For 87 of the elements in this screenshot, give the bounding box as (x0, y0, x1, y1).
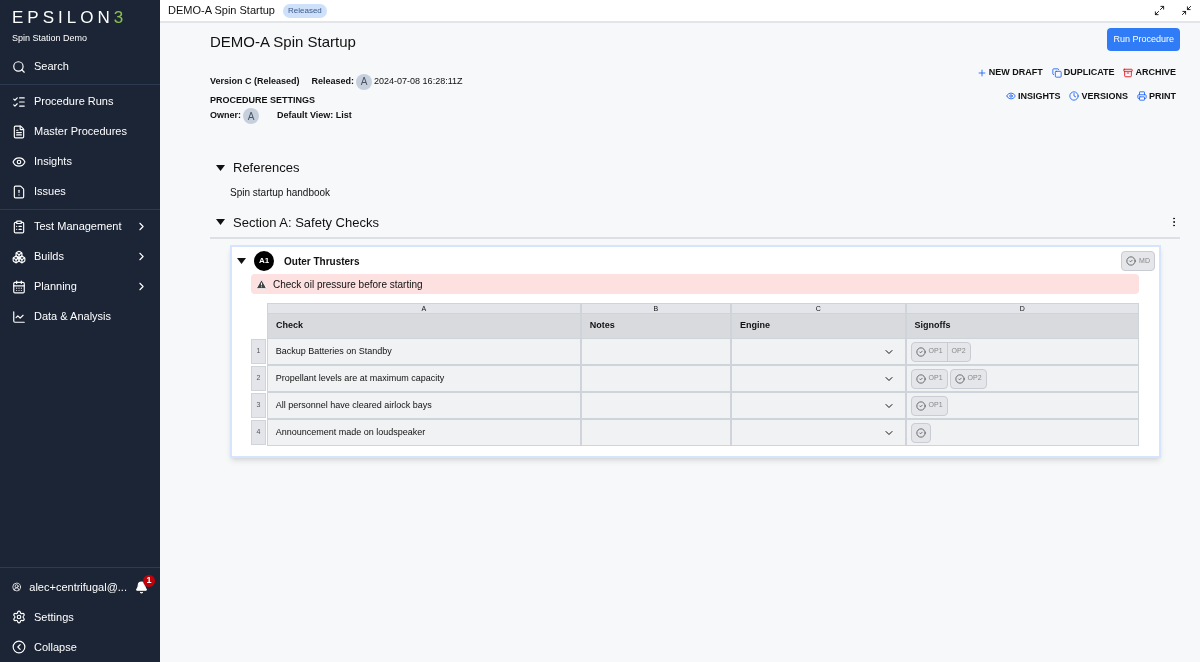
engine-dropdown[interactable] (730, 365, 906, 392)
reference-item: Spin startup handbook (229, 185, 332, 200)
warning-banner: Check oil pressure before starting (251, 274, 1139, 294)
sidebar-item[interactable]: Collapse (0, 632, 160, 662)
sidebar-item[interactable]: Procedure Runs (0, 86, 160, 117)
table-cell: Announcement made on loudspeaker (266, 419, 581, 446)
engine-dropdown[interactable] (730, 419, 906, 446)
collapse-icon[interactable] (1181, 5, 1192, 16)
engine-dropdown[interactable] (730, 392, 906, 419)
action-link[interactable]: PRINT (1137, 89, 1176, 103)
document-icon (12, 124, 26, 139)
workspace-name: Spin Station Demo (12, 32, 89, 45)
sidebar-item[interactable]: Test Management (0, 211, 160, 242)
user-menu-item[interactable]: alec+centrifugal@... 1 (0, 572, 160, 602)
check-circle-icon (915, 373, 926, 384)
printer-icon (1137, 91, 1147, 102)
check-circle-icon (1126, 256, 1137, 266)
table-cell: Backup Batteries on Standby (266, 338, 581, 365)
column-header: Engine (730, 314, 906, 338)
sidebar-item[interactable]: Builds (0, 241, 160, 272)
chevron-left-circle-icon (12, 640, 26, 654)
signoff-button[interactable] (910, 422, 931, 443)
eye-icon (12, 154, 26, 169)
notes-cell[interactable] (580, 419, 731, 446)
action-link[interactable]: NEW DRAFT (976, 66, 1043, 80)
eye-icon (1005, 91, 1016, 102)
check-circle-icon (915, 400, 926, 411)
step-title: Outer Thrusters (284, 254, 361, 269)
page-title: DEMO-A Spin Startup (168, 3, 275, 19)
run-procedure-button[interactable]: Run Procedure (1107, 28, 1180, 51)
sidebar-item[interactable]: Master Procedures (0, 116, 160, 147)
column-header: Notes (580, 314, 731, 338)
status-badge: Released (283, 3, 327, 18)
procedure-title: DEMO-A Spin Startup (210, 32, 357, 52)
expand-icon[interactable] (1154, 5, 1165, 16)
default-view-label: Default View: List (277, 109, 352, 123)
plus-icon (976, 67, 987, 78)
owner-label: Owner: (210, 109, 241, 123)
check-circle-icon (915, 346, 926, 357)
notification-count: 1 (143, 574, 155, 587)
check-circle-icon (915, 427, 926, 438)
action-link[interactable]: ARCHIVE (1123, 66, 1176, 80)
section-heading: Section A: Safety Checks (233, 213, 380, 232)
avatar: A (243, 108, 259, 124)
notes-cell[interactable] (580, 392, 731, 419)
checklist-icon (12, 94, 26, 109)
document-alert-icon (12, 184, 26, 199)
notes-cell[interactable] (580, 365, 731, 392)
search-icon (12, 59, 26, 74)
action-link[interactable]: DUPLICATE (1051, 66, 1115, 80)
table-cell: All personnel have cleared airlock bays (266, 392, 581, 419)
clock-icon (1069, 91, 1080, 102)
notes-cell[interactable] (580, 338, 731, 365)
sidebar-item[interactable]: Settings (0, 602, 160, 632)
step-number-badge: A1 (254, 251, 274, 271)
copy-icon (1051, 67, 1062, 78)
table-cell: Propellant levels are at maximum capacity (266, 365, 581, 392)
sidebar-item[interactable]: Insights (0, 146, 160, 177)
sidebar-item[interactable]: Data & Analysis (0, 301, 160, 332)
action-link[interactable]: INSIGHTS (1005, 89, 1061, 103)
version-label: Version C (Released) (210, 74, 300, 88)
line-chart-icon (12, 309, 26, 324)
clipboard-icon (12, 219, 26, 234)
action-link[interactable]: VERSIONS (1069, 89, 1128, 103)
engine-dropdown[interactable] (730, 338, 906, 365)
settings-icon (12, 610, 26, 624)
check-circle-icon (954, 373, 965, 384)
logo: EPSILON 3 (12, 8, 129, 28)
user-icon (12, 580, 22, 594)
sidebar-item[interactable]: Issues (0, 176, 160, 207)
released-date: 2024-07-08 16:28:11Z (374, 74, 463, 88)
avatar: A (356, 73, 373, 90)
caret-icon[interactable] (237, 258, 246, 264)
column-header: Check (267, 314, 581, 338)
calendar-icon (12, 279, 26, 294)
bell-icon[interactable] (135, 580, 148, 594)
boxes-icon (12, 249, 26, 264)
released-label: Released: (311, 74, 355, 88)
settings-heading: PROCEDURE SETTINGS (210, 93, 316, 107)
warning-icon (256, 278, 267, 290)
caret-icon[interactable] (216, 219, 225, 226)
sidebar-item[interactable]: Planning (0, 271, 160, 302)
references-heading: References (233, 159, 300, 177)
caret-icon[interactable] (216, 164, 225, 171)
archive-icon (1123, 67, 1134, 78)
column-header: Signoffs (905, 314, 1139, 338)
sidebar-item[interactable]: Search (0, 51, 160, 82)
